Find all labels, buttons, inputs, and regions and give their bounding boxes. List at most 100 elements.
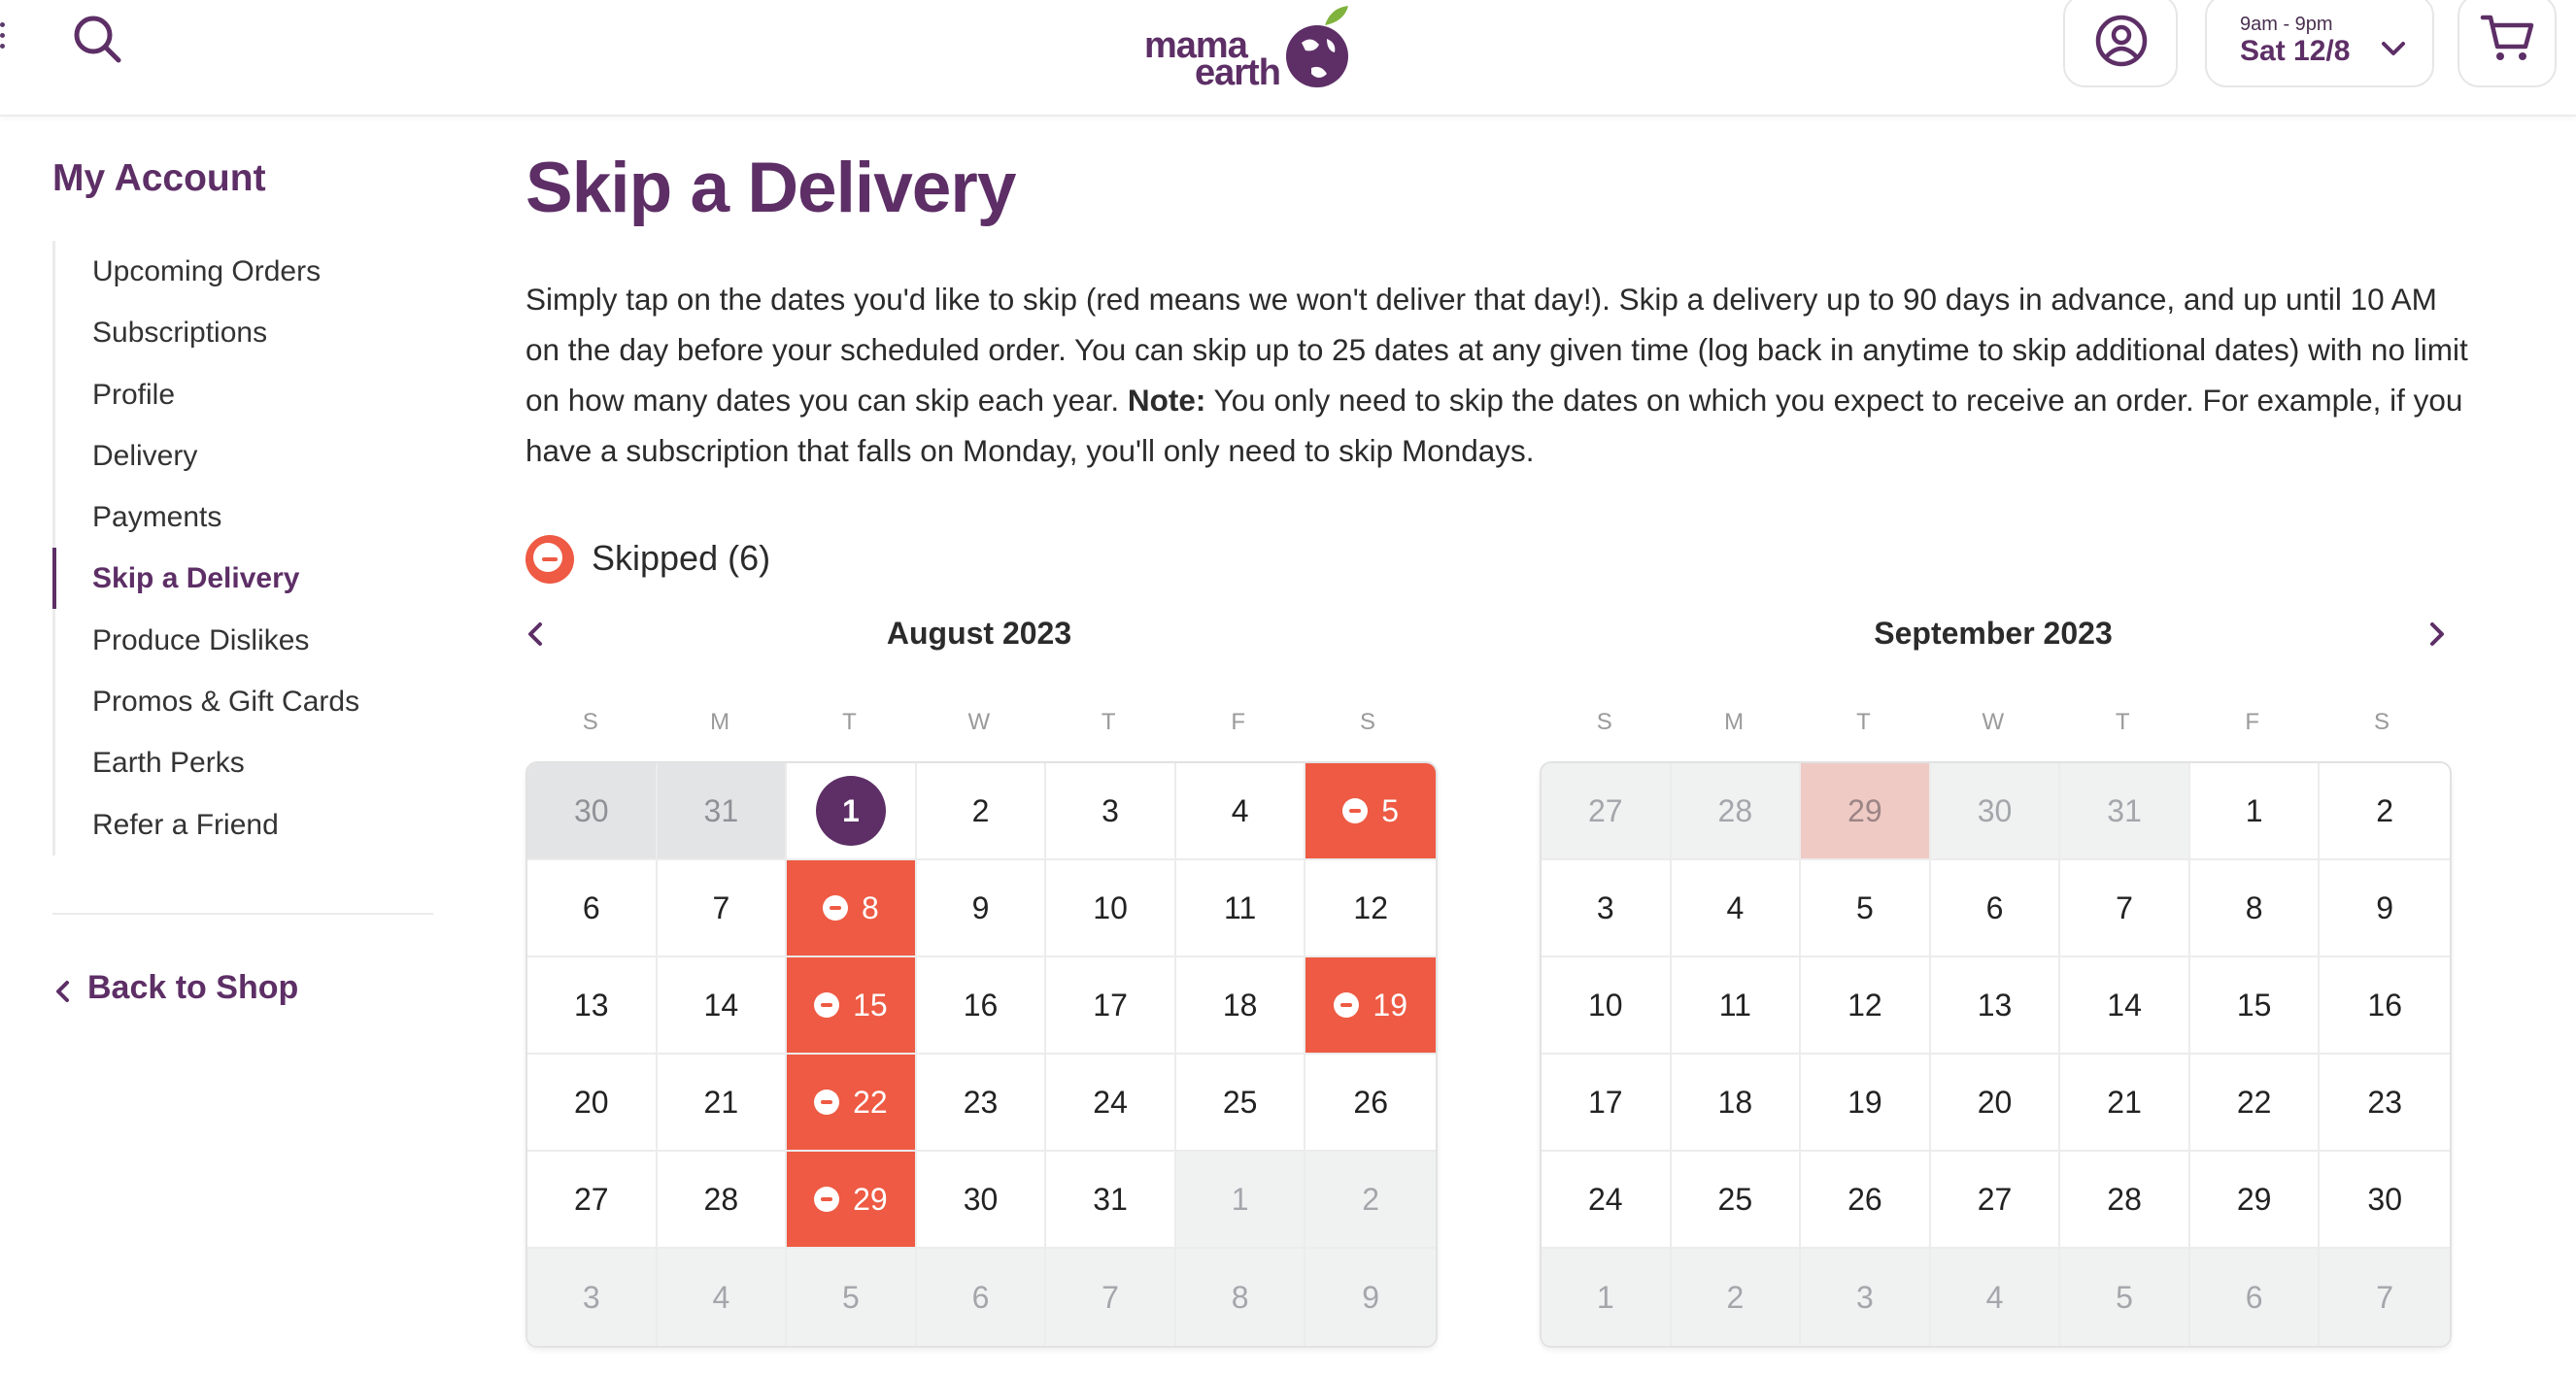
day-cell[interactable]: 18	[1671, 1055, 1802, 1152]
sidebar-item-skip-a-delivery[interactable]: Skip a Delivery	[52, 548, 444, 610]
day-number: 28	[1717, 792, 1753, 828]
day-number: 29	[2236, 1181, 2272, 1217]
account-button[interactable]	[2063, 0, 2178, 87]
day-cell[interactable]: 12	[1305, 860, 1436, 957]
sidebar-item-refer-a-friend[interactable]: Refer a Friend	[55, 794, 444, 855]
cart-button[interactable]	[2457, 0, 2557, 87]
day-cell[interactable]: 13	[1930, 957, 2061, 1055]
day-cell[interactable]: 10	[1046, 860, 1176, 957]
day-cell[interactable]: 25	[1175, 1055, 1306, 1152]
day-number: 30	[963, 1181, 999, 1217]
weekday-label: F	[2245, 709, 2259, 735]
sidebar-item-earth-perks[interactable]: Earth Perks	[55, 732, 444, 793]
day-number: 10	[1587, 987, 1623, 1023]
day-cell[interactable]: 5	[1801, 860, 1931, 957]
next-month-arrow-icon[interactable]	[2424, 618, 2450, 651]
day-cell[interactable]: 24	[1046, 1055, 1176, 1152]
day-cell-skipped[interactable]: 15	[787, 957, 917, 1055]
day-cell-skipped[interactable]: 29	[787, 1152, 917, 1249]
mama-earth-logo[interactable]: mama earth	[1136, 0, 1360, 97]
day-cell[interactable]: 9	[916, 860, 1047, 957]
day-cell[interactable]: 4	[1671, 860, 1802, 957]
day-cell[interactable]: 17	[1542, 1055, 1672, 1152]
day-cell-today[interactable]: 1	[787, 763, 917, 860]
sidebar-item-delivery[interactable]: Delivery	[55, 425, 444, 486]
day-number: 27	[1587, 792, 1623, 828]
day-cell[interactable]: 16	[916, 957, 1047, 1055]
sidebar-item-profile[interactable]: Profile	[55, 364, 444, 425]
delivery-window-selector[interactable]: 9am - 9pm Sat 12/8	[2205, 0, 2434, 87]
day-cell[interactable]: 6	[1930, 860, 2061, 957]
day-cell[interactable]: 9	[2320, 860, 2450, 957]
day-cell[interactable]: 24	[1542, 1152, 1672, 1249]
day-cell[interactable]: 25	[1671, 1152, 1802, 1249]
day-cell[interactable]: 2	[2320, 763, 2450, 860]
day-cell[interactable]: 2	[916, 763, 1047, 860]
day-cell[interactable]: 14	[657, 957, 788, 1055]
day-cell[interactable]: 12	[1801, 957, 1931, 1055]
day-cell[interactable]: 10	[1542, 957, 1672, 1055]
back-to-shop-link[interactable]: Back to Shop	[52, 969, 298, 1007]
day-cell[interactable]: 3	[1046, 763, 1176, 860]
day-cell[interactable]: 26	[1305, 1055, 1436, 1152]
day-number: 28	[703, 1181, 739, 1217]
day-number: 2	[2376, 792, 2394, 828]
sidebar-item-subscriptions[interactable]: Subscriptions	[55, 302, 444, 363]
day-cell[interactable]: 6	[527, 860, 658, 957]
day-cell[interactable]: 1	[2189, 763, 2321, 860]
day-cell[interactable]: 11	[1671, 957, 1802, 1055]
day-cell: 30	[527, 763, 658, 860]
day-number: 22	[853, 1084, 888, 1120]
day-cell[interactable]: 27	[1930, 1152, 2061, 1249]
menu-icon[interactable]	[0, 17, 10, 60]
day-cell[interactable]: 19	[1801, 1055, 1931, 1152]
day-cell: 2	[1305, 1152, 1436, 1249]
day-cell[interactable]: 7	[657, 860, 788, 957]
day-cell-skipped[interactable]: 19	[1305, 957, 1436, 1055]
day-number: 29	[1847, 792, 1882, 828]
day-cell[interactable]: 16	[2320, 957, 2450, 1055]
day-cell[interactable]: 13	[527, 957, 658, 1055]
day-cell[interactable]: 26	[1801, 1152, 1931, 1249]
day-number: 15	[2236, 987, 2272, 1023]
day-cell[interactable]: 20	[1930, 1055, 2061, 1152]
weekday-label: T	[1856, 709, 1871, 735]
day-cell[interactable]: 28	[657, 1152, 788, 1249]
day-cell[interactable]: 28	[2060, 1152, 2190, 1249]
sidebar-item-payments[interactable]: Payments	[55, 486, 444, 548]
day-cell-skipped[interactable]: 8	[787, 860, 917, 957]
day-cell[interactable]: 30	[916, 1152, 1047, 1249]
day-cell: 28	[1671, 763, 1802, 860]
search-icon[interactable]	[70, 12, 128, 70]
day-cell[interactable]: 23	[2320, 1055, 2450, 1152]
day-cell-skipped[interactable]: 22	[787, 1055, 917, 1152]
day-cell-skipped[interactable]: 5	[1305, 763, 1436, 860]
day-cell[interactable]: 7	[2060, 860, 2190, 957]
day-cell[interactable]: 18	[1175, 957, 1306, 1055]
day-cell[interactable]: 20	[527, 1055, 658, 1152]
day-cell[interactable]: 3	[1542, 860, 1672, 957]
day-cell[interactable]: 21	[2060, 1055, 2190, 1152]
day-cell[interactable]: 8	[2189, 860, 2321, 957]
sidebar-item-upcoming-orders[interactable]: Upcoming Orders	[55, 241, 444, 302]
day-cell[interactable]: 23	[916, 1055, 1047, 1152]
weekday-label: T	[842, 709, 857, 735]
weekday-header-august: SMTWTFS	[525, 709, 1433, 736]
weekday-label: W	[967, 709, 991, 735]
prev-month-arrow-icon[interactable]	[523, 618, 548, 651]
minus-circle-icon	[823, 895, 849, 921]
day-cell[interactable]: 4	[1175, 763, 1306, 860]
day-cell[interactable]: 21	[657, 1055, 788, 1152]
day-cell[interactable]: 30	[2320, 1152, 2450, 1249]
sidebar-item-produce-dislikes[interactable]: Produce Dislikes	[55, 610, 444, 671]
day-cell[interactable]: 29	[2189, 1152, 2321, 1249]
day-cell[interactable]: 15	[2189, 957, 2321, 1055]
day-cell[interactable]: 31	[1046, 1152, 1176, 1249]
day-number: 1	[2245, 792, 2263, 828]
day-cell[interactable]: 14	[2060, 957, 2190, 1055]
day-cell[interactable]: 22	[2189, 1055, 2321, 1152]
day-cell[interactable]: 11	[1175, 860, 1306, 957]
sidebar-item-promos-gift-cards[interactable]: Promos & Gift Cards	[55, 671, 444, 732]
day-cell[interactable]: 27	[527, 1152, 658, 1249]
day-cell[interactable]: 17	[1046, 957, 1176, 1055]
